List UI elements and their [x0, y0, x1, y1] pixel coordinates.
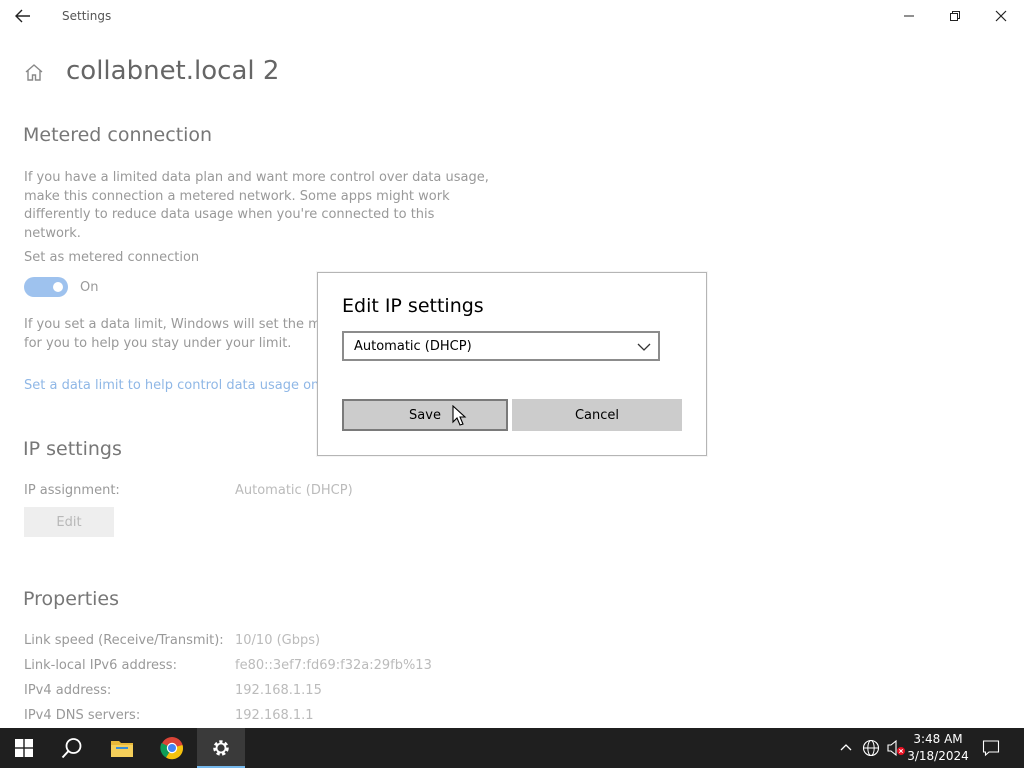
search-icon[interactable] — [48, 728, 96, 768]
chevron-down-icon — [637, 343, 651, 351]
description-line: If you have a limited data plan and want… — [24, 170, 489, 185]
description-line: If you set a data limit, Windows will se… — [24, 317, 318, 332]
description-line: make this connection a metered network. … — [24, 188, 450, 204]
restore-button[interactable] — [932, 0, 978, 32]
edit-ip-button[interactable]: Edit — [24, 507, 114, 537]
data-limit-link[interactable]: Set a data limit to help control data us… — [24, 378, 318, 393]
link-speed-label: Link speed (Receive/Transmit): — [24, 633, 224, 648]
ipv4-value: 192.168.1.15 — [235, 683, 322, 698]
link-speed-value: 10/10 (Gbps) — [235, 633, 321, 648]
save-button[interactable]: Save — [342, 399, 508, 431]
dns-value: 192.168.1.1 — [235, 708, 314, 723]
description-line: differently to reduce data usage when yo… — [24, 207, 435, 241]
tray-clock[interactable]: 3:48 AM 3/18/2024 — [900, 731, 976, 765]
notification-icon[interactable] — [982, 739, 1000, 761]
close-button[interactable] — [978, 0, 1024, 32]
ip-assignment-dropdown[interactable]: Automatic (DHCP) — [342, 331, 660, 361]
dns-label: IPv4 DNS servers: — [24, 708, 141, 723]
cancel-button[interactable]: Cancel — [512, 399, 682, 431]
mouse-cursor-icon — [452, 404, 468, 427]
windows-start-icon[interactable] — [0, 728, 48, 768]
home-icon[interactable] — [22, 61, 46, 85]
minimize-icon — [904, 15, 914, 17]
settings-taskbar-button[interactable] — [197, 728, 245, 768]
edit-ip-dialog: Edit IP settings Automatic (DHCP) Save C… — [317, 272, 707, 456]
dropdown-selected-value: Automatic (DHCP) — [354, 339, 472, 354]
settings-icon — [213, 740, 229, 756]
close-icon — [995, 10, 1007, 22]
chrome-icon[interactable] — [148, 728, 196, 768]
metered-connection-heading: Metered connection — [23, 124, 213, 146]
clock-date: 3/18/2024 — [907, 749, 969, 763]
ip-settings-heading: IP settings — [23, 438, 122, 460]
page-title: collabnet.local 2 — [66, 56, 280, 86]
ipv4-label: IPv4 address: — [24, 683, 112, 698]
metered-description: If you have a limited data plan and want… — [24, 169, 494, 243]
network-globe-icon[interactable] — [862, 739, 880, 761]
ip-assignment-label: IP assignment: — [24, 483, 120, 498]
window-title: Settings — [62, 9, 112, 23]
properties-heading: Properties — [23, 588, 120, 610]
taskbar: 3:48 AM 3/18/2024 — [0, 728, 1024, 768]
toggle-knob — [53, 282, 63, 292]
clock-time: 3:48 AM — [913, 732, 963, 746]
ip-assignment-value: Automatic (DHCP) — [235, 483, 353, 498]
metered-toggle[interactable] — [24, 277, 68, 297]
file-explorer-icon[interactable] — [98, 728, 146, 768]
ipv6-label: Link-local IPv6 address: — [24, 658, 177, 673]
description-line: for you to help you stay under your limi… — [24, 335, 292, 351]
ipv6-value: fe80::3ef7:fd69:f32a:29fb%13 — [235, 658, 432, 673]
chevron-up-icon[interactable] — [838, 740, 854, 760]
minimize-button[interactable] — [886, 0, 932, 32]
restore-icon — [950, 11, 960, 21]
toggle-state-label: On — [80, 280, 99, 295]
title-bar: Settings — [0, 0, 1024, 32]
dialog-title: Edit IP settings — [342, 295, 484, 317]
metered-toggle-label: Set as metered connection — [24, 250, 200, 265]
data-limit-description: If you set a data limit, Windows will se… — [24, 316, 318, 353]
back-arrow-icon[interactable] — [8, 3, 38, 29]
